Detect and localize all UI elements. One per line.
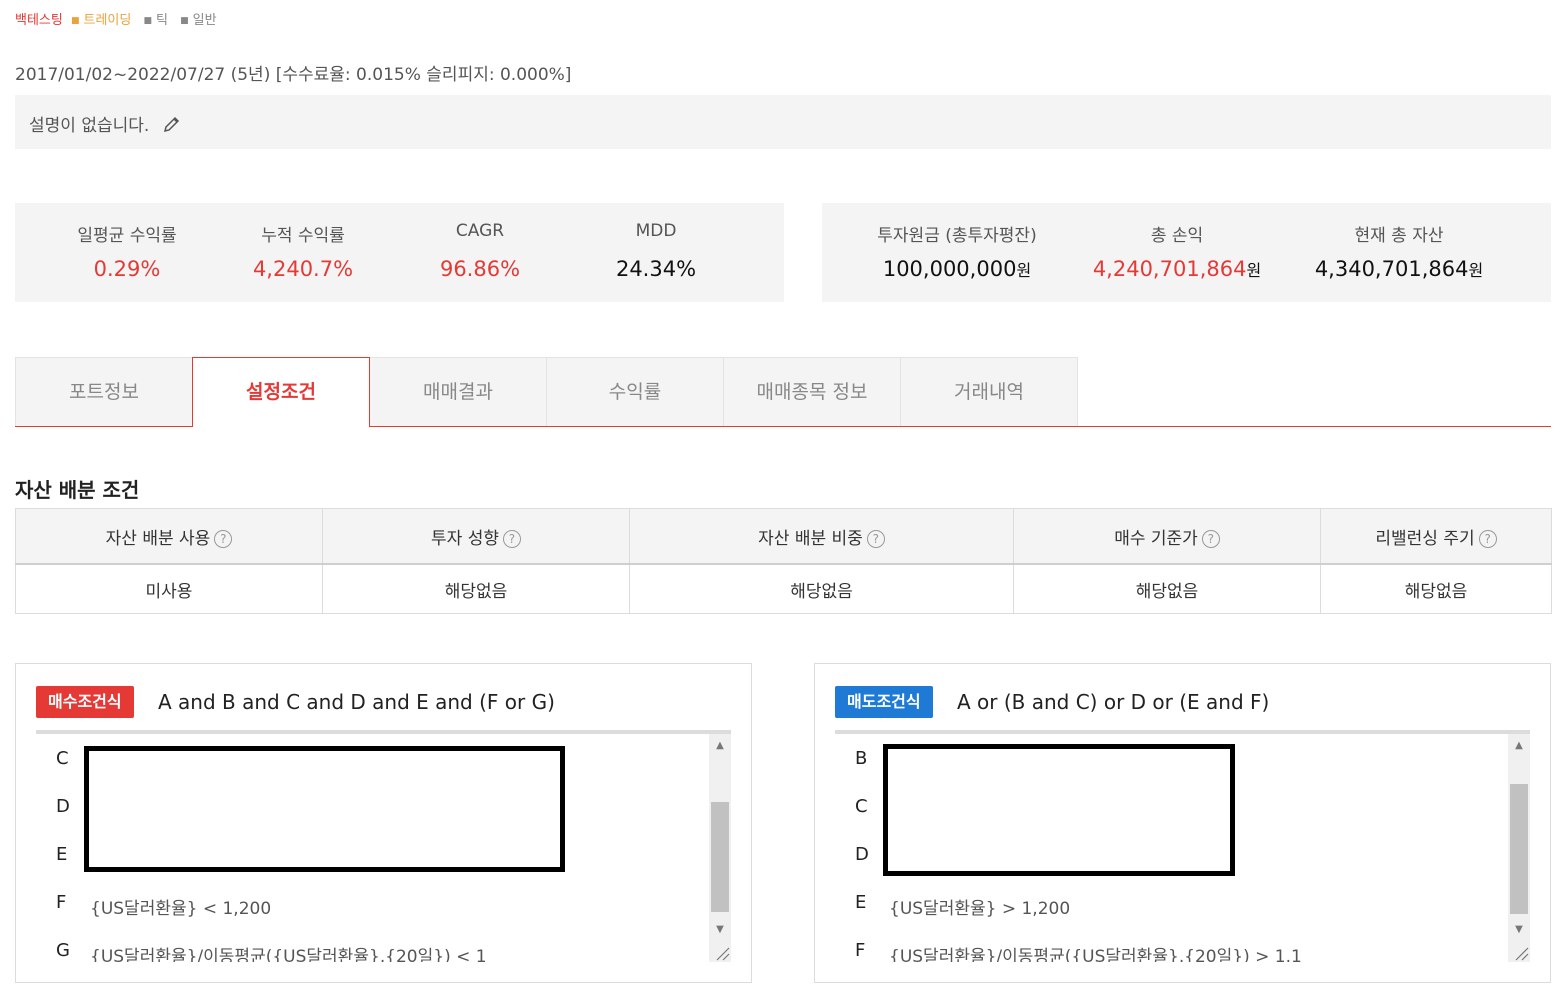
stat-principal: 투자원금 (총투자평잔) 100,000,000원 bbox=[877, 226, 1037, 281]
table-header: 리밸런싱 주기? bbox=[1320, 508, 1552, 565]
scroll-down-icon[interactable]: ▼ bbox=[1508, 920, 1530, 940]
pencil-icon[interactable] bbox=[163, 115, 181, 138]
tag-general: 일반 bbox=[192, 13, 217, 28]
strategy-tags: 백테스팅 ■ 트레이딩 ■ 틱 ■ 일반 bbox=[15, 9, 225, 28]
tag-backtesting: 백테스팅 bbox=[15, 13, 63, 28]
scrollbar-thumb[interactable] bbox=[1510, 784, 1528, 914]
table-row: 미사용 해당없음 해당없음 해당없음 해당없음 bbox=[15, 563, 1552, 614]
buy-formula: A and B and C and D and E and (F or G) bbox=[158, 690, 555, 714]
table-header: 매수 기준가? bbox=[1013, 508, 1321, 565]
stat-cumulative-return: 누적 수익률 4,240.7% bbox=[252, 226, 354, 281]
table-header: 투자 성향? bbox=[322, 508, 630, 565]
stat-mdd: MDD 24.34% bbox=[615, 221, 697, 281]
tab-bar: 포트정보 설정조건 매매결과 수익률 매매종목 정보 거래내역 bbox=[15, 357, 1551, 427]
buy-condition-list[interactable]: C D E F {US달러환율} < 1,200 G {US달러환율}/이동평균({… bbox=[36, 730, 731, 962]
scrollbar[interactable]: ▲ ▼ bbox=[1508, 734, 1530, 962]
scrollbar-thumb[interactable] bbox=[711, 802, 729, 912]
tab-trade-history[interactable]: 거래내역 bbox=[900, 357, 1078, 426]
list-item: E {US달러환율} > 1,200 bbox=[855, 892, 1071, 919]
stat-daily-return: 일평균 수익률 0.29% bbox=[77, 226, 177, 281]
help-icon[interactable]: ? bbox=[214, 529, 233, 548]
redaction-box bbox=[84, 746, 565, 872]
tab-settings[interactable]: 설정조건 bbox=[192, 357, 370, 427]
list-item: F {US달러환율} < 1,200 bbox=[56, 892, 272, 919]
redaction-box bbox=[883, 744, 1235, 876]
table-header: 자산 배분 사용? bbox=[15, 508, 323, 565]
scroll-down-icon[interactable]: ▼ bbox=[709, 920, 731, 940]
sell-condition-badge: 매도조건식 bbox=[835, 686, 933, 718]
description-text: 설명이 없습니다. bbox=[29, 116, 150, 136]
sell-formula: A or (B and C) or D or (E and F) bbox=[957, 690, 1270, 714]
list-item: F {US달러환율}/이동평균({US달러환율},{20일}) > 1.1 bbox=[855, 940, 1302, 962]
help-icon[interactable]: ? bbox=[1478, 529, 1497, 548]
tab-port-info[interactable]: 포트정보 bbox=[15, 357, 193, 426]
table-cell: 해당없음 bbox=[1013, 563, 1321, 614]
dot-icon: ■ bbox=[180, 15, 189, 26]
tab-returns[interactable]: 수익률 bbox=[546, 357, 724, 426]
performance-summary: 일평균 수익률 0.29% 누적 수익률 4,240.7% CAGR 96.86… bbox=[15, 203, 784, 302]
tab-stock-info[interactable]: 매매종목 정보 bbox=[723, 357, 901, 426]
help-icon[interactable]: ? bbox=[502, 529, 521, 548]
buy-conditions-panel: 매수조건식 A and B and C and D and E and (F o… bbox=[15, 663, 752, 983]
scrollbar[interactable]: ▲ ▼ bbox=[709, 734, 731, 962]
stat-cagr: CAGR 96.86% bbox=[439, 221, 521, 281]
resize-handle-icon[interactable] bbox=[1508, 940, 1530, 962]
tag-tick: 틱 bbox=[156, 13, 168, 28]
scroll-up-icon[interactable]: ▲ bbox=[709, 736, 731, 756]
buy-condition-badge: 매수조건식 bbox=[36, 686, 134, 718]
table-cell: 미사용 bbox=[15, 563, 323, 614]
dot-icon: ■ bbox=[143, 15, 152, 26]
table-cell: 해당없음 bbox=[629, 563, 1014, 614]
table-cell: 해당없음 bbox=[322, 563, 630, 614]
table-header: 자산 배분 비중? bbox=[629, 508, 1014, 565]
description-box: 설명이 없습니다. bbox=[15, 95, 1551, 149]
help-icon[interactable]: ? bbox=[1201, 529, 1220, 548]
tab-trade-results[interactable]: 매매결과 bbox=[369, 357, 547, 426]
stat-total-assets: 현재 총 자산 4,340,701,864원 bbox=[1314, 226, 1484, 281]
table-cell: 해당없음 bbox=[1320, 563, 1552, 614]
allocation-table: 자산 배분 사용? 투자 성향? 자산 배분 비중? 매수 기준가? 리밸런싱 … bbox=[15, 508, 1552, 614]
list-item: G {US달러환율}/이동평균({US달러환율},{20일}) < 1 bbox=[56, 940, 487, 962]
tag-trading: 트레이딩 bbox=[83, 13, 132, 28]
scroll-up-icon[interactable]: ▲ bbox=[1508, 736, 1530, 756]
stat-total-pnl: 총 손익 4,240,701,864원 bbox=[1092, 226, 1262, 281]
sell-conditions-panel: 매도조건식 A or (B and C) or D or (E and F) B… bbox=[814, 663, 1551, 983]
sell-condition-list[interactable]: B C D E {US달러환율} > 1,200 F {US달러환율}/이동평균({… bbox=[835, 730, 1530, 962]
asset-summary: 투자원금 (총투자평잔) 100,000,000원 총 손익 4,240,701… bbox=[822, 203, 1551, 302]
backtest-period: 2017/01/02~2022/07/27 (5년) [수수료율: 0.015%… bbox=[15, 65, 572, 85]
dot-icon: ■ bbox=[70, 15, 80, 26]
resize-handle-icon[interactable] bbox=[709, 940, 731, 962]
help-icon[interactable]: ? bbox=[866, 529, 885, 548]
section-title: 자산 배분 조건 bbox=[15, 478, 140, 502]
